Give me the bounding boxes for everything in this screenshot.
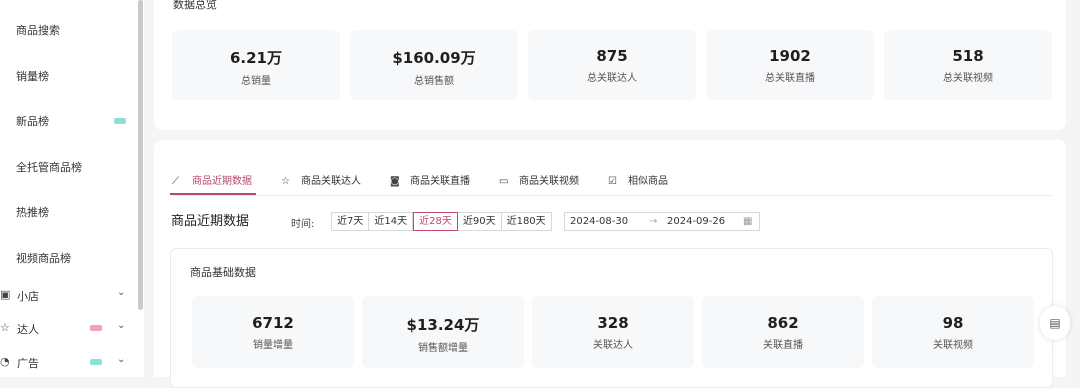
shop-icon: ▣ [0, 288, 11, 301]
stat-card: $160.09万 总销售额 [350, 30, 518, 100]
sidebar-item-label: 热推榜 [16, 206, 49, 219]
stat-label: 总关联视频 [943, 73, 993, 84]
stat-value: 6712 [252, 314, 294, 332]
sidebar-item-full-managed[interactable]: 全托管商品榜 [16, 159, 82, 175]
chevron-down-icon[interactable]: ⌄ [117, 354, 125, 365]
time-label: 时间: [291, 219, 315, 230]
chevron-down-icon[interactable]: ⌄ [117, 287, 125, 298]
stat-value: 6.21万 [229, 49, 282, 67]
stat-card: 1902 总关联直播 [706, 30, 874, 100]
range-28d[interactable]: 近28天 [413, 212, 458, 231]
hot-badge [90, 325, 102, 331]
stat-label: 总关联达人 [587, 73, 637, 84]
ad-icon: ◔ [0, 355, 10, 368]
stat-label: 总销量 [241, 76, 271, 87]
sidebar-scrollbar[interactable] [138, 0, 143, 310]
sidebar-item-video-products[interactable]: 视频商品榜 [16, 250, 71, 266]
tab-label: 商品近期数据 [192, 176, 252, 187]
sidebar-item-label: 销量榜 [16, 70, 49, 83]
range-90d[interactable]: 近90天 [458, 213, 502, 230]
stat-card: 518 总关联视频 [884, 30, 1052, 100]
sidebar-item-sales-rank[interactable]: 销量榜 [16, 68, 49, 84]
overview-title: 数据总览 [173, 0, 217, 11]
tab-label: 商品关联视频 [519, 176, 579, 187]
sidebar-item-hot-push[interactable]: 热推榜 [16, 204, 49, 220]
sidebar-item-label: 全托管商品榜 [16, 161, 82, 174]
notes-float-button[interactable]: ▤ [1040, 306, 1070, 340]
stat-label: 关联达人 [593, 340, 633, 351]
date-arrow-icon: → [649, 216, 658, 227]
sidebar-item-new-products[interactable]: 新品榜 [16, 113, 49, 129]
tab-label: 商品关联直播 [410, 176, 470, 187]
tab-similar-products[interactable]: ☑ 相似商品 [608, 172, 668, 187]
range-14d[interactable]: 近14天 [369, 213, 414, 230]
range-180d[interactable]: 近180天 [502, 213, 551, 230]
stat-label: 关联直播 [763, 340, 803, 351]
document-icon: ▤ [1049, 316, 1061, 330]
stat-card: $13.24万 销售额增量 [362, 296, 524, 368]
sidebar: 商品搜索 销量榜 新品榜 全托管商品榜 热推榜 视频商品榜 ▣ 小店 ⌄ ☆ 达… [0, 0, 144, 377]
calendar-icon[interactable]: ▦ [743, 216, 752, 227]
stat-value: 98 [942, 314, 964, 332]
stat-value: 862 [767, 314, 799, 332]
stat-label: 销售额增量 [418, 343, 468, 354]
tab-divider [170, 195, 1052, 196]
new-badge [114, 118, 126, 124]
stat-card: 328 关联达人 [532, 296, 694, 368]
range-7d[interactable]: 近7天 [332, 213, 370, 230]
tab-related-live[interactable]: ◙ 商品关联直播 [390, 172, 470, 187]
tab-label: 相似商品 [628, 176, 668, 187]
section-title: 商品近期数据 [171, 214, 250, 229]
stat-value: 875 [596, 47, 628, 65]
stat-value: 1902 [769, 47, 811, 65]
sidebar-group-label: 广告 [17, 357, 39, 370]
stat-card: 98 关联视频 [872, 296, 1034, 368]
stat-label: 总关联直播 [765, 73, 815, 84]
new-badge [90, 359, 102, 365]
date-range-picker[interactable]: 2024-08-30 → 2024-09-26 ▦ [564, 212, 760, 231]
stat-card: 6712 销量增量 [192, 296, 354, 368]
stat-label: 总销售额 [414, 76, 454, 87]
live-icon: ◙ [390, 176, 400, 187]
video-icon: ▭ [499, 176, 509, 187]
stat-value: 518 [952, 47, 984, 65]
date-end[interactable]: 2024-09-26 [667, 216, 725, 227]
star-icon: ☆ [0, 321, 10, 334]
stat-value: $160.09万 [392, 49, 476, 67]
basic-data-title: 商品基础数据 [190, 266, 256, 279]
line-chart-icon: ⟋ [172, 176, 179, 187]
stat-label: 关联视频 [933, 340, 973, 351]
tab-label: 商品关联达人 [301, 176, 361, 187]
tab-recent-data[interactable]: ⟋ 商品近期数据 [172, 172, 252, 187]
stat-card: 862 关联直播 [702, 296, 864, 368]
sidebar-item-label: 商品搜索 [16, 24, 60, 37]
stat-card: 6.21万 总销量 [172, 30, 340, 100]
stat-card: 875 总关联达人 [528, 30, 696, 100]
check-box-icon: ☑ [608, 176, 617, 187]
star-icon: ☆ [281, 176, 290, 187]
stat-value: 328 [597, 314, 629, 332]
date-start[interactable]: 2024-08-30 [570, 216, 628, 227]
sidebar-item-label: 新品榜 [16, 115, 49, 128]
sidebar-group-label: 小店 [17, 290, 39, 303]
tab-related-videos[interactable]: ▭ 商品关联视频 [499, 172, 579, 187]
chevron-down-icon[interactable]: ⌄ [117, 320, 125, 331]
tab-related-influencers[interactable]: ☆ 商品关联达人 [281, 172, 361, 187]
stat-value: $13.24万 [406, 316, 480, 334]
sidebar-item-label: 视频商品榜 [16, 252, 71, 265]
sidebar-item-product-search[interactable]: 商品搜索 [16, 22, 60, 38]
stat-label: 销量增量 [253, 340, 293, 351]
sidebar-group-label: 达人 [17, 323, 39, 336]
range-selector: 近7天 近14天 近28天 近90天 近180天 [331, 212, 552, 231]
